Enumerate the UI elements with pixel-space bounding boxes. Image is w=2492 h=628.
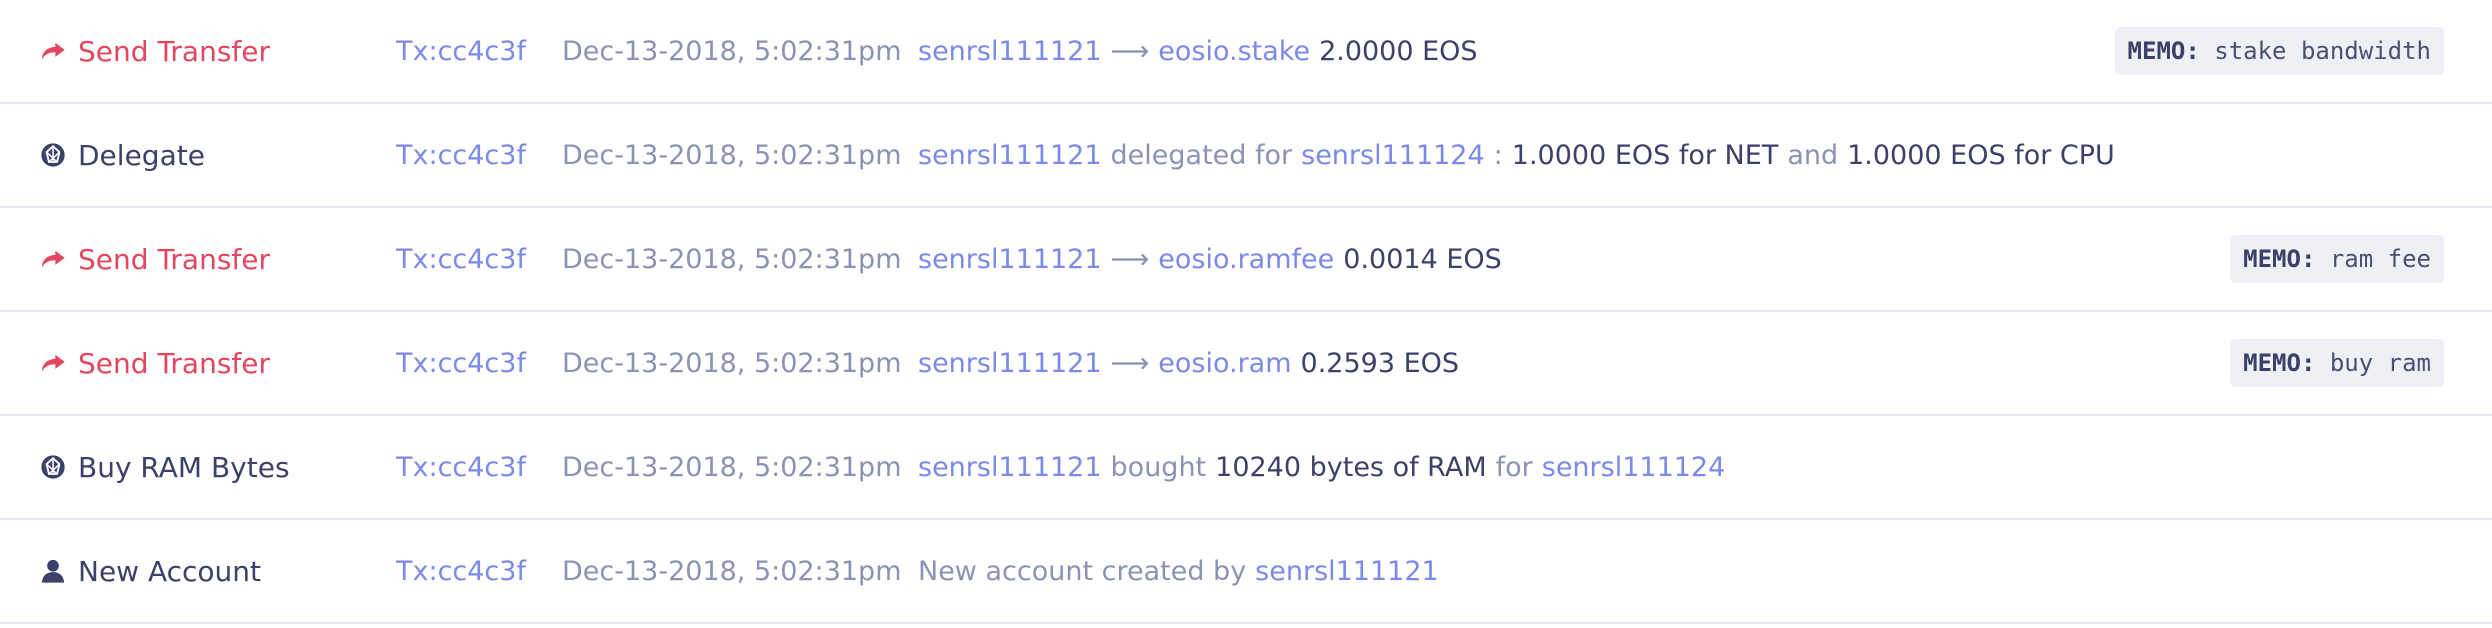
action-label: Send Transfer <box>78 34 271 68</box>
memo-value: stake bandwidth <box>2214 37 2431 65</box>
send-arrow-icon <box>38 36 68 66</box>
tx-link[interactable]: Tx:cc4c3f <box>396 556 526 587</box>
action-type: Delegate <box>38 104 205 206</box>
timestamp: Dec-13-2018, 5:02:31pm <box>562 139 902 171</box>
action-detail: senrsl111121 ⟶ eosio.ramfee 0.0014 EOS <box>918 208 1502 310</box>
action-type: Buy RAM Bytes <box>38 416 290 518</box>
user-icon <box>38 556 68 586</box>
action-type: New Account <box>38 520 261 622</box>
net-amount: 1.0000 EOS for NET <box>1511 139 1779 171</box>
action-label: Delegate <box>78 138 205 172</box>
account-link-from[interactable]: senrsl111121 <box>918 36 1102 67</box>
eos-icon <box>38 140 68 170</box>
memo-badge: MEMO: ram fee <box>2230 235 2444 283</box>
tx-link[interactable]: Tx:cc4c3f <box>396 452 526 483</box>
table-row: Delegate Tx:cc4c3f Dec-13-2018, 5:02:31p… <box>0 104 2492 208</box>
send-arrow-icon <box>38 348 68 378</box>
account-link-to[interactable]: eosio.ramfee <box>1158 244 1334 275</box>
memo-key: MEMO: <box>2243 245 2316 273</box>
tx-link[interactable]: Tx:cc4c3f <box>396 140 526 171</box>
ram-amount: 10240 bytes of RAM <box>1215 451 1487 483</box>
action-detail: senrsl111121 delegated for senrsl111124 … <box>918 104 2115 206</box>
timestamp: Dec-13-2018, 5:02:31pm <box>562 555 902 587</box>
account-link-to[interactable]: senrsl111124 <box>1542 452 1726 483</box>
account-link-to[interactable]: eosio.ram <box>1158 348 1291 379</box>
cpu-amount: 1.0000 EOS for CPU <box>1847 139 2115 171</box>
account-link-to[interactable]: eosio.stake <box>1158 36 1310 67</box>
action-label: New Account <box>78 554 262 588</box>
action-label: Send Transfer <box>78 242 271 276</box>
table-row: Send Transfer Tx:cc4c3f Dec-13-2018, 5:0… <box>0 312 2492 416</box>
account-link-from[interactable]: senrsl111121 <box>918 244 1102 275</box>
for-text: for <box>1495 451 1533 483</box>
account-link-to[interactable]: senrsl111124 <box>1301 140 1485 171</box>
action-type: Send Transfer <box>38 0 270 102</box>
timestamp: Dec-13-2018, 5:02:31pm <box>562 243 902 275</box>
memo-value: ram fee <box>2329 245 2431 273</box>
transfer-arrow: ⟶ <box>1110 347 1150 379</box>
verb-text: bought <box>1110 451 1207 483</box>
memo-key: MEMO: <box>2243 349 2316 377</box>
action-detail: senrsl111121 ⟶ eosio.stake 2.0000 EOS <box>918 0 1478 102</box>
memo-value: buy ram <box>2329 349 2431 377</box>
action-type: Send Transfer <box>38 208 270 310</box>
memo-key: MEMO: <box>2127 37 2200 65</box>
and-text: and <box>1787 139 1839 171</box>
amount: 2.0000 EOS <box>1319 35 1478 67</box>
amount: 0.0014 EOS <box>1343 243 1502 275</box>
table-row: New Account Tx:cc4c3f Dec-13-2018, 5:02:… <box>0 520 2492 624</box>
prefix-text: New account created by <box>918 555 1247 587</box>
action-detail: senrsl111121 bought 10240 bytes of RAM f… <box>918 416 1725 518</box>
action-detail: New account created by senrsl111121 <box>918 520 1439 622</box>
tx-link[interactable]: Tx:cc4c3f <box>396 244 526 275</box>
colon-text: : <box>1493 139 1503 171</box>
memo-badge: MEMO: stake bandwidth <box>2114 27 2444 75</box>
table-row: Send Transfer Tx:cc4c3f Dec-13-2018, 5:0… <box>0 0 2492 104</box>
action-type: Send Transfer <box>38 312 270 414</box>
table-row: Send Transfer Tx:cc4c3f Dec-13-2018, 5:0… <box>0 208 2492 312</box>
memo-badge: MEMO: buy ram <box>2230 339 2444 387</box>
table-row: Buy RAM Bytes Tx:cc4c3f Dec-13-2018, 5:0… <box>0 416 2492 520</box>
account-link-from[interactable]: senrsl111121 <box>1255 556 1439 587</box>
amount: 0.2593 EOS <box>1300 347 1460 379</box>
action-label: Buy RAM Bytes <box>78 450 290 484</box>
timestamp: Dec-13-2018, 5:02:31pm <box>562 347 902 379</box>
timestamp: Dec-13-2018, 5:02:31pm <box>562 451 902 483</box>
timestamp: Dec-13-2018, 5:02:31pm <box>562 35 902 67</box>
action-label: Send Transfer <box>78 346 271 380</box>
tx-link[interactable]: Tx:cc4c3f <box>396 36 526 67</box>
verb-text: delegated for <box>1110 139 1293 171</box>
tx-link[interactable]: Tx:cc4c3f <box>396 348 526 379</box>
eos-icon <box>38 452 68 482</box>
send-arrow-icon <box>38 244 68 274</box>
account-link-from[interactable]: senrsl111121 <box>918 348 1102 379</box>
account-link-from[interactable]: senrsl111121 <box>918 140 1102 171</box>
transfer-arrow: ⟶ <box>1110 243 1150 275</box>
action-detail: senrsl111121 ⟶ eosio.ram 0.2593 EOS <box>918 312 1459 414</box>
transfer-arrow: ⟶ <box>1110 35 1150 67</box>
account-link-from[interactable]: senrsl111121 <box>918 452 1102 483</box>
